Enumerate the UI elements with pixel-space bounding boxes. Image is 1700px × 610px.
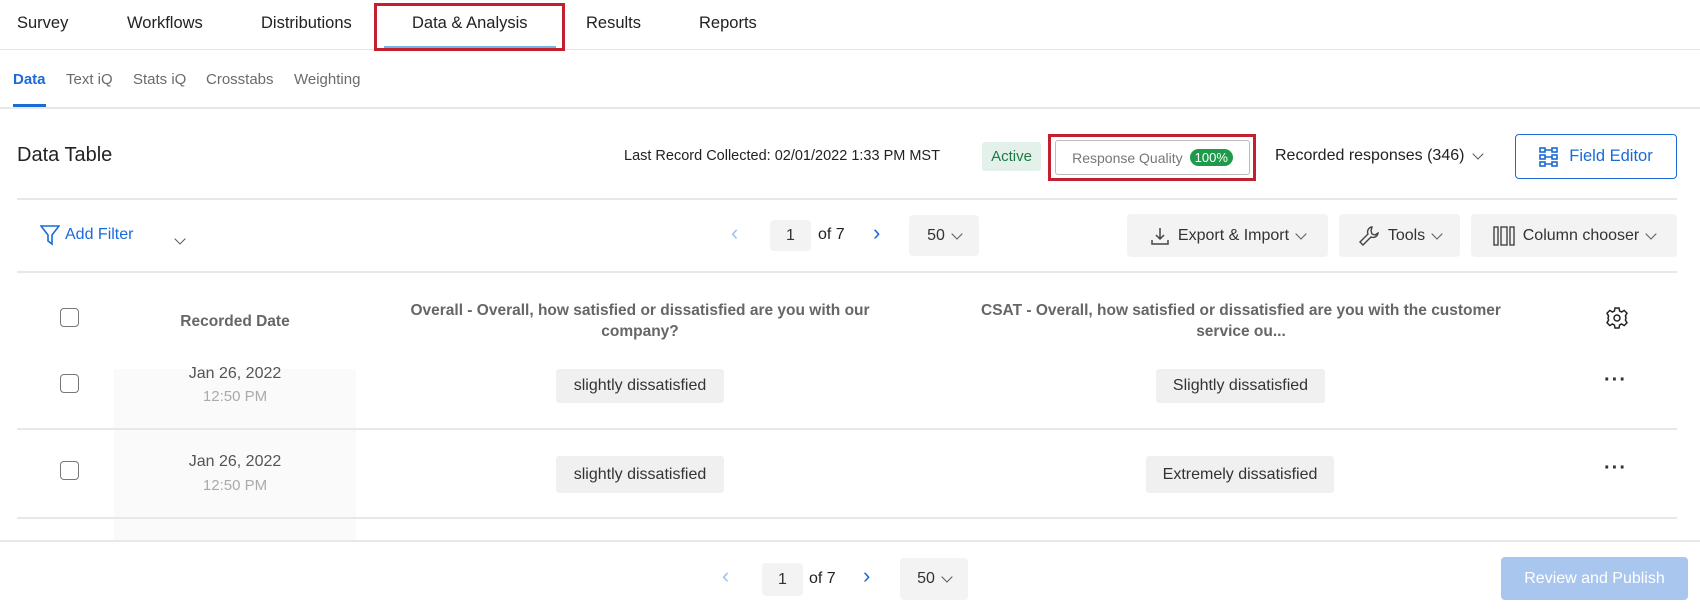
footer-page-number-input[interactable]: 1: [762, 563, 803, 596]
footer-page-size-select[interactable]: 50: [900, 558, 968, 600]
export-import-button[interactable]: Export & Import: [1127, 214, 1328, 257]
toolbar-divider: [17, 271, 1677, 273]
next-page-button[interactable]: ›: [873, 220, 880, 246]
header-divider: [17, 198, 1677, 200]
footer-next-page-button[interactable]: ›: [863, 563, 870, 589]
nav-divider: [0, 49, 1700, 50]
chevron-down-icon: [941, 571, 953, 583]
nav-tab-results[interactable]: Results: [586, 14, 641, 33]
page-size-value: 50: [917, 570, 935, 587]
row-divider: [17, 428, 1677, 430]
recorded-responses-label: Recorded responses (346): [1275, 147, 1465, 164]
subtab-data[interactable]: Data: [13, 71, 46, 88]
overall-value: slightly dissatisfied: [556, 456, 724, 493]
last-record-collected: Last Record Collected: 02/01/2022 1:33 P…: [624, 148, 940, 164]
field-editor-button[interactable]: Field Editor: [1515, 134, 1677, 179]
csat-value: Slightly dissatisfied: [1156, 369, 1325, 403]
nav-tab-survey[interactable]: Survey: [17, 14, 68, 33]
footer-divider: [0, 540, 1700, 542]
row-checkbox[interactable]: [60, 374, 79, 393]
chevron-down-icon: [1645, 227, 1657, 240]
subtab-text-iq[interactable]: Text iQ: [66, 71, 113, 88]
subtab-weighting[interactable]: Weighting: [294, 71, 360, 88]
column-chooser-label: Column chooser: [1522, 226, 1640, 244]
row-divider: [17, 517, 1677, 519]
chevron-down-icon: [951, 227, 963, 240]
download-icon: [1151, 227, 1169, 245]
add-filter-button[interactable]: Add Filter: [40, 224, 133, 246]
row-actions-icon[interactable]: ···: [1604, 457, 1627, 480]
nav-tab-reports[interactable]: Reports: [699, 14, 757, 33]
prev-page-button[interactable]: ‹: [731, 220, 738, 246]
wrench-icon: [1358, 225, 1379, 246]
add-filter-label: Add Filter: [65, 226, 134, 243]
filter-icon: [40, 225, 60, 246]
recorded-time: 12:50 PM: [202, 477, 268, 494]
gear-icon[interactable]: [1605, 306, 1629, 330]
nav-tab-distributions[interactable]: Distributions: [261, 14, 352, 33]
select-all-checkbox[interactable]: [60, 308, 79, 327]
field-editor-label: Field Editor: [1569, 147, 1653, 165]
export-import-label: Export & Import: [1177, 226, 1290, 244]
footer-prev-page-button[interactable]: ‹: [722, 563, 729, 589]
page-size-value: 50: [927, 226, 945, 244]
highlight-box: [1048, 134, 1256, 181]
recorded-date: Jan 26, 2022: [188, 453, 282, 470]
subtab-stats-iq[interactable]: Stats iQ: [133, 71, 186, 88]
page-number-input[interactable]: 1: [770, 220, 811, 251]
page-title: Data Table: [17, 144, 113, 166]
subtab-divider: [0, 107, 1700, 109]
row-actions-icon[interactable]: ···: [1604, 369, 1627, 392]
column-header-overall[interactable]: Overall - Overall, how satisfied or diss…: [385, 300, 895, 342]
page-count: of 7: [818, 226, 845, 243]
chevron-down-icon: [174, 233, 186, 245]
chevron-down-icon: [1431, 227, 1443, 240]
subtab-crosstabs[interactable]: Crosstabs: [206, 71, 274, 88]
highlight-box: [374, 3, 565, 51]
tools-label: Tools: [1387, 226, 1426, 244]
overall-value: slightly dissatisfied: [556, 369, 724, 403]
status-badge: Active: [982, 142, 1041, 171]
recorded-date: Jan 26, 2022: [188, 365, 282, 382]
row-checkbox[interactable]: [60, 461, 79, 480]
column-chooser-button[interactable]: Column chooser: [1471, 214, 1677, 257]
csat-value: Extremely dissatisfied: [1146, 456, 1334, 493]
review-and-publish-button[interactable]: Review and Publish: [1501, 557, 1688, 600]
column-header-recorded-date[interactable]: Recorded Date: [114, 311, 356, 332]
filter-dropdown-button[interactable]: [174, 230, 186, 248]
footer-page-count: of 7: [809, 570, 836, 587]
page-size-select[interactable]: 50: [909, 215, 979, 256]
recorded-time: 12:50 PM: [202, 388, 268, 405]
nav-tab-workflows[interactable]: Workflows: [127, 14, 203, 33]
chevron-down-icon: [1295, 227, 1307, 240]
tools-button[interactable]: Tools: [1339, 214, 1460, 257]
recorded-responses-dropdown[interactable]: Recorded responses (346): [1275, 147, 1485, 165]
chevron-down-icon: [1472, 148, 1485, 160]
columns-icon: [1493, 225, 1515, 246]
field-editor-icon: [1539, 146, 1559, 167]
column-header-csat[interactable]: CSAT - Overall, how satisfied or dissati…: [955, 300, 1527, 342]
